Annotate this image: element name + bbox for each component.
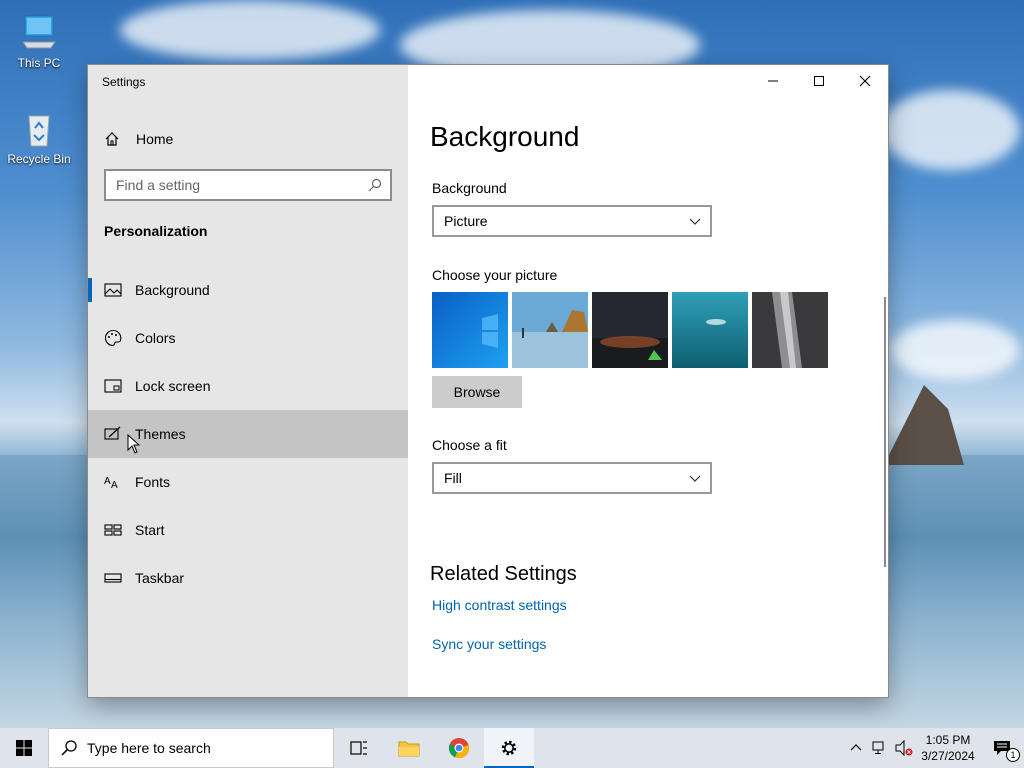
svg-text:A: A <box>111 480 118 491</box>
chrome-button[interactable] <box>434 728 484 768</box>
show-hidden-icons-button[interactable] <box>844 728 868 768</box>
clock-date: 3/27/2024 <box>921 749 975 763</box>
taskbar-icon <box>104 573 122 583</box>
clock-time: 1:05 PM <box>925 733 971 747</box>
sidebar-item-label: Background <box>135 282 210 298</box>
browse-button[interactable]: Browse <box>432 376 522 408</box>
windows-logo-icon <box>16 740 32 756</box>
rock-formation <box>884 385 964 465</box>
network-button[interactable] <box>868 728 892 768</box>
sidebar-item-label: Fonts <box>135 474 171 490</box>
desktop-icon-label: This PC <box>17 56 61 70</box>
system-tray: 1:05 PM 3/27/2024 1 <box>844 728 1024 768</box>
svg-text:A: A <box>104 476 111 487</box>
chevron-down-icon <box>689 475 701 482</box>
sidebar-item-start[interactable]: Start <box>88 506 408 554</box>
taskbar-search-placeholder: Type here to search <box>87 740 211 756</box>
action-center-button[interactable]: 1 <box>980 728 1024 768</box>
find-setting-input[interactable] <box>116 177 361 193</box>
fit-dropdown-value: Fill <box>444 470 462 486</box>
recycle-bin-icon <box>19 108 59 148</box>
chrome-icon <box>448 738 469 759</box>
computer-icon <box>19 12 59 52</box>
minimize-button[interactable] <box>750 65 796 97</box>
sidebar-item-background[interactable]: Background <box>88 266 408 314</box>
maximize-icon <box>814 76 824 86</box>
speaker-muted-icon <box>895 740 913 756</box>
notification-count-badge: 1 <box>1006 748 1020 762</box>
sky-cloud <box>120 0 380 60</box>
background-label: Background <box>432 180 507 196</box>
sidebar-item-lock-screen[interactable]: Lock screen <box>88 362 408 410</box>
close-icon <box>859 75 871 87</box>
maximize-button[interactable] <box>796 65 842 97</box>
task-view-button[interactable] <box>334 728 384 768</box>
sidebar-item-label: Colors <box>135 330 176 346</box>
settings-taskbar-button[interactable] <box>484 728 534 768</box>
desktop-icon-recycle-bin[interactable]: Recycle Bin <box>4 108 74 166</box>
start-button[interactable] <box>0 728 48 768</box>
sky-cloud <box>880 90 1020 170</box>
picture-thumbnails <box>432 292 828 368</box>
content-pane: Background Background Picture Choose you… <box>408 65 888 697</box>
gear-icon <box>501 740 517 756</box>
sidebar: Settings Home Personalization Backg <box>88 65 408 697</box>
scrollbar[interactable] <box>884 297 886 567</box>
volume-button[interactable] <box>892 728 916 768</box>
picture-thumbnail-beach[interactable] <box>512 292 588 368</box>
sidebar-item-fonts[interactable]: A A Fonts <box>88 458 408 506</box>
related-settings-title: Related Settings <box>430 563 577 585</box>
task-view-icon <box>350 741 367 755</box>
file-explorer-button[interactable] <box>384 728 434 768</box>
choose-fit-label: Choose a fit <box>432 437 507 453</box>
sidebar-item-label: Start <box>135 522 165 538</box>
sidebar-item-taskbar[interactable]: Taskbar <box>88 554 408 602</box>
folder-icon <box>398 741 420 757</box>
close-button[interactable] <box>842 65 888 97</box>
page-title: Background <box>430 121 580 152</box>
taskbar: Type here to search 1:05 PM 3/27/2024 1 <box>0 728 1024 768</box>
settings-window: Settings Home Personalization Backg <box>88 65 888 697</box>
taskbar-search[interactable]: Type here to search <box>48 728 334 768</box>
fit-dropdown[interactable]: Fill <box>432 462 712 494</box>
mouse-cursor-icon <box>127 434 141 454</box>
background-dropdown-value: Picture <box>444 213 488 229</box>
themes-icon <box>104 426 121 440</box>
background-dropdown[interactable]: Picture <box>432 205 712 237</box>
chevron-down-icon <box>689 218 701 225</box>
network-icon <box>872 741 884 754</box>
section-title-personalization: Personalization <box>104 223 208 239</box>
sidebar-item-colors[interactable]: Colors <box>88 314 408 362</box>
search-icon[interactable] <box>368 178 382 192</box>
picture-thumbnail-underwater[interactable] <box>672 292 748 368</box>
search-icon <box>61 740 77 756</box>
sky-cloud <box>890 320 1020 380</box>
minimize-icon <box>768 80 778 82</box>
start-icon <box>104 524 122 536</box>
high-contrast-settings-link[interactable]: High contrast settings <box>432 597 567 613</box>
lock-screen-icon <box>104 379 122 393</box>
window-controls <box>750 65 888 97</box>
home-label: Home <box>136 131 174 147</box>
find-setting-search[interactable] <box>104 169 392 201</box>
chevron-up-icon <box>850 744 862 751</box>
sidebar-item-label: Taskbar <box>135 570 185 586</box>
desktop-icon-label: Recycle Bin <box>7 152 71 166</box>
fonts-icon: A A <box>104 476 118 491</box>
picture-icon <box>104 283 122 297</box>
picture-thumbnail-waterfall[interactable] <box>752 292 828 368</box>
desktop-icon-this-pc[interactable]: This PC <box>4 12 74 70</box>
picture-thumbnail-night-sky[interactable] <box>592 292 668 368</box>
sync-settings-link[interactable]: Sync your settings <box>432 636 546 652</box>
window-title: Settings <box>102 75 146 89</box>
sidebar-item-label: Themes <box>135 426 186 442</box>
sidebar-home-link[interactable]: Home <box>104 129 173 149</box>
sidebar-item-label: Lock screen <box>135 378 211 394</box>
choose-picture-label: Choose your picture <box>432 267 558 283</box>
home-icon <box>105 132 119 146</box>
picture-thumbnail-windows[interactable] <box>432 292 508 368</box>
taskbar-clock[interactable]: 1:05 PM 3/27/2024 <box>916 732 980 764</box>
palette-icon <box>105 329 122 347</box>
